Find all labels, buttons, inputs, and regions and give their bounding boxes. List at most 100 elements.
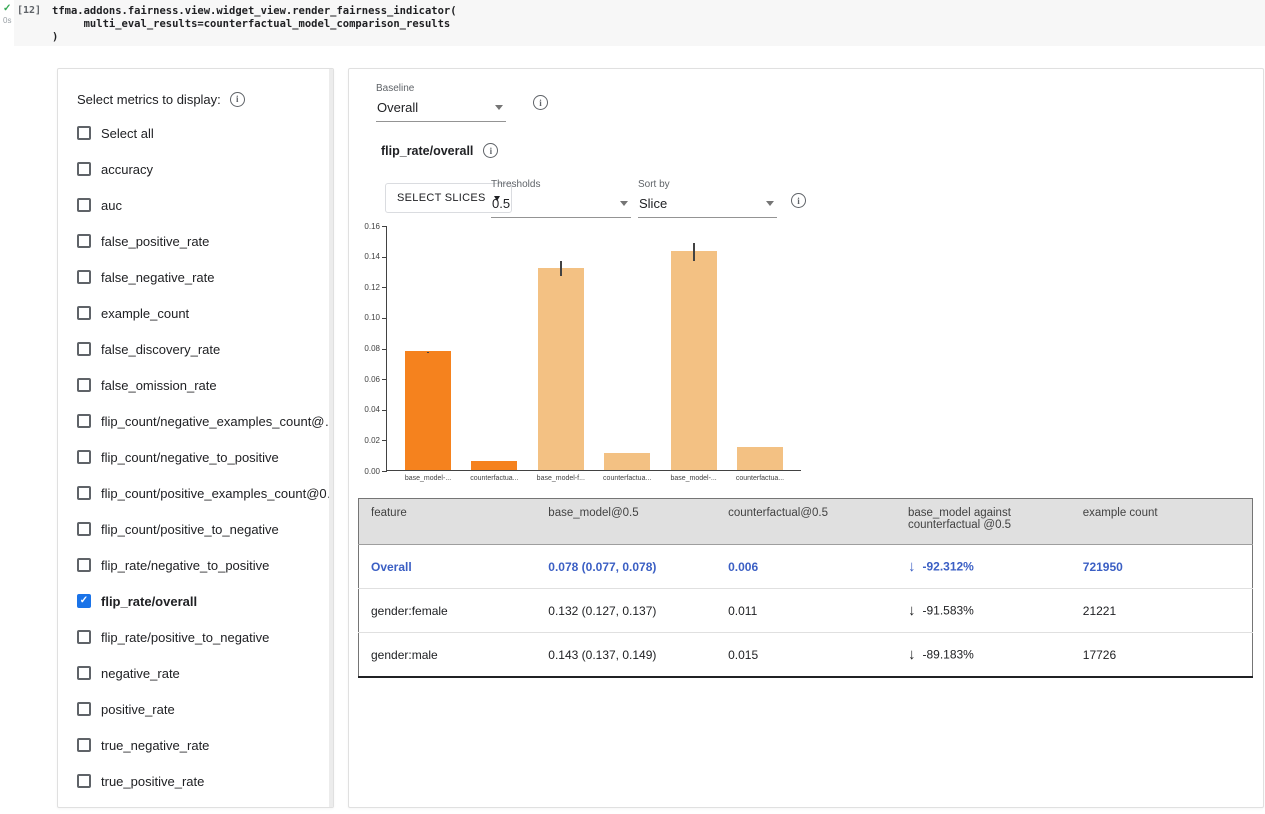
checkbox-icon[interactable] [77,306,91,320]
bar-counterfactua[interactable] [604,453,650,470]
checkbox-icon[interactable] [77,162,91,176]
execution-count: [12] [17,5,41,16]
cell-elapsed-time: 0s [3,16,11,25]
metric-checkbox-item[interactable]: false_negative_rate [77,259,333,295]
counterfactual-cell: 0.006 [716,545,896,589]
metrics-table: featurebase_model@0.5counterfactual@0.5b… [358,498,1253,678]
x-tick-label: base_model-f... [537,475,585,482]
bar-counterfactua[interactable] [737,447,783,470]
metric-checkbox-item[interactable]: false_discovery_rate [77,331,333,367]
comparison-value: -91.583% [922,604,973,618]
metric-checkbox-item[interactable]: flip_rate/overall [77,583,333,619]
info-icon[interactable] [483,143,498,158]
metric-checkbox-item[interactable]: true_negative_rate [77,727,333,763]
y-tick [382,410,387,411]
metric-label: false_positive_rate [101,234,209,249]
checkbox-icon[interactable] [77,558,91,572]
bar-base_modelf[interactable] [538,268,584,470]
checkbox-icon[interactable] [77,126,91,140]
checkbox-icon[interactable] [77,702,91,716]
metrics-panel: Select metrics to display: Select all acc… [57,68,334,808]
metric-checkbox-item[interactable]: false_positive_rate [77,223,333,259]
checkbox-icon[interactable] [77,450,91,464]
info-icon[interactable] [230,92,245,107]
metric-label: true_positive_rate [101,774,204,789]
metric-checkbox-item[interactable]: auc [77,187,333,223]
metric-checkbox-item[interactable]: true_positive_rate [77,763,333,799]
y-tick-label: 0.10 [349,313,380,322]
y-tick-label: 0.04 [349,405,380,414]
metric-label: example_count [101,306,189,321]
metric-checkbox-item[interactable]: flip_count/negative_to_positive [77,439,333,475]
metric-checkbox-item[interactable]: flip_count/negative_examples_count@… [77,403,333,439]
bar-base_model[interactable] [671,251,717,470]
metric-label: flip_rate/overall [101,594,197,609]
metric-checkbox-item[interactable]: flip_count/positive_to_negative [77,511,333,547]
y-tick-label: 0.02 [349,436,380,445]
metrics-scrollbar[interactable] [329,69,333,807]
bar-counterfactua[interactable] [471,461,517,470]
chevron-down-icon [766,201,774,206]
y-tick [382,440,387,441]
metric-label: Select all [101,126,154,141]
table-row[interactable]: Overall0.078 (0.077, 0.078)0.006↓-92.312… [359,545,1253,589]
x-tick-label: base_model-... [405,475,451,482]
metric-label: accuracy [101,162,153,177]
checkbox-icon[interactable] [77,630,91,644]
code-area[interactable]: [12] tfma.addons.fairness.view.widget_vi… [14,0,1265,46]
checkbox-icon[interactable] [77,414,91,428]
checkbox-icon[interactable] [77,342,91,356]
checkbox-icon[interactable] [77,774,91,788]
code-cell: ✓ 0s [12] tfma.addons.fairness.view.widg… [0,0,1265,48]
info-icon[interactable] [533,95,548,110]
column-header: feature [359,499,537,545]
metric-checkbox-item[interactable]: negative_rate [77,655,333,691]
checkbox-icon[interactable] [77,270,91,284]
metric-checkbox-item[interactable]: false_omission_rate [77,367,333,403]
metrics-panel-title: Select metrics to display: [77,92,221,107]
sort-by-dropdown[interactable]: Sort by Slice [638,179,777,218]
base-model-cell: 0.078 (0.077, 0.078) [536,545,716,589]
error-bar [560,261,562,276]
metric-checkbox-item[interactable]: positive_rate [77,691,333,727]
metric-label: auc [101,198,122,213]
checkbox-icon[interactable] [77,378,91,392]
checkbox-icon[interactable] [77,522,91,536]
checkbox-icon[interactable] [77,666,91,680]
table-row[interactable]: gender:male0.143 (0.137, 0.149)0.015↓-89… [359,633,1253,678]
x-tick-label: counterfactua... [603,475,651,482]
sort-by-value: Slice [639,196,667,211]
y-tick [382,287,387,288]
thresholds-value: 0.5 [492,196,510,211]
checkbox-icon[interactable] [77,198,91,212]
metric-checkbox-item[interactable]: accuracy [77,151,333,187]
metric-checkbox-item[interactable]: example_count [77,295,333,331]
thresholds-dropdown[interactable]: Thresholds 0.5 [491,179,631,218]
bar-base_model[interactable] [405,351,451,470]
metrics-panel-header: Select metrics to display: [77,89,333,109]
checkbox-icon[interactable] [77,486,91,500]
comparison-cell: ↓-92.312% [896,545,1071,589]
column-header: base_model@0.5 [536,499,716,545]
metric-checkbox-item[interactable]: flip_count/positive_examples_count@0… [77,475,333,511]
metric-label: flip_rate/negative_to_positive [101,558,269,573]
metric-label: true_negative_rate [101,738,209,753]
code-text[interactable]: tfma.addons.fairness.view.widget_view.re… [52,5,457,44]
column-header: counterfactual@0.5 [716,499,896,545]
table-header-row: featurebase_model@0.5counterfactual@0.5b… [359,499,1253,545]
metric-checkbox-item[interactable]: flip_rate/positive_to_negative [77,619,333,655]
checkbox-icon[interactable] [77,738,91,752]
checkbox-icon[interactable] [77,234,91,248]
y-tick [382,257,387,258]
checkbox-checked-icon[interactable] [77,594,91,608]
sort-by-label: Sort by [638,179,777,190]
thresholds-label: Thresholds [491,179,631,190]
baseline-dropdown[interactable]: Baseline Overall [376,83,506,122]
metric-checkbox-item[interactable]: flip_rate/negative_to_positive [77,547,333,583]
table-row[interactable]: gender:female0.132 (0.127, 0.137)0.011↓-… [359,589,1253,633]
error-bar [427,352,429,354]
feature-cell: Overall [359,545,537,589]
metric-checkbox-item[interactable]: Select all [77,115,333,151]
y-tick-label: 0.06 [349,375,380,384]
info-icon[interactable] [791,193,806,208]
